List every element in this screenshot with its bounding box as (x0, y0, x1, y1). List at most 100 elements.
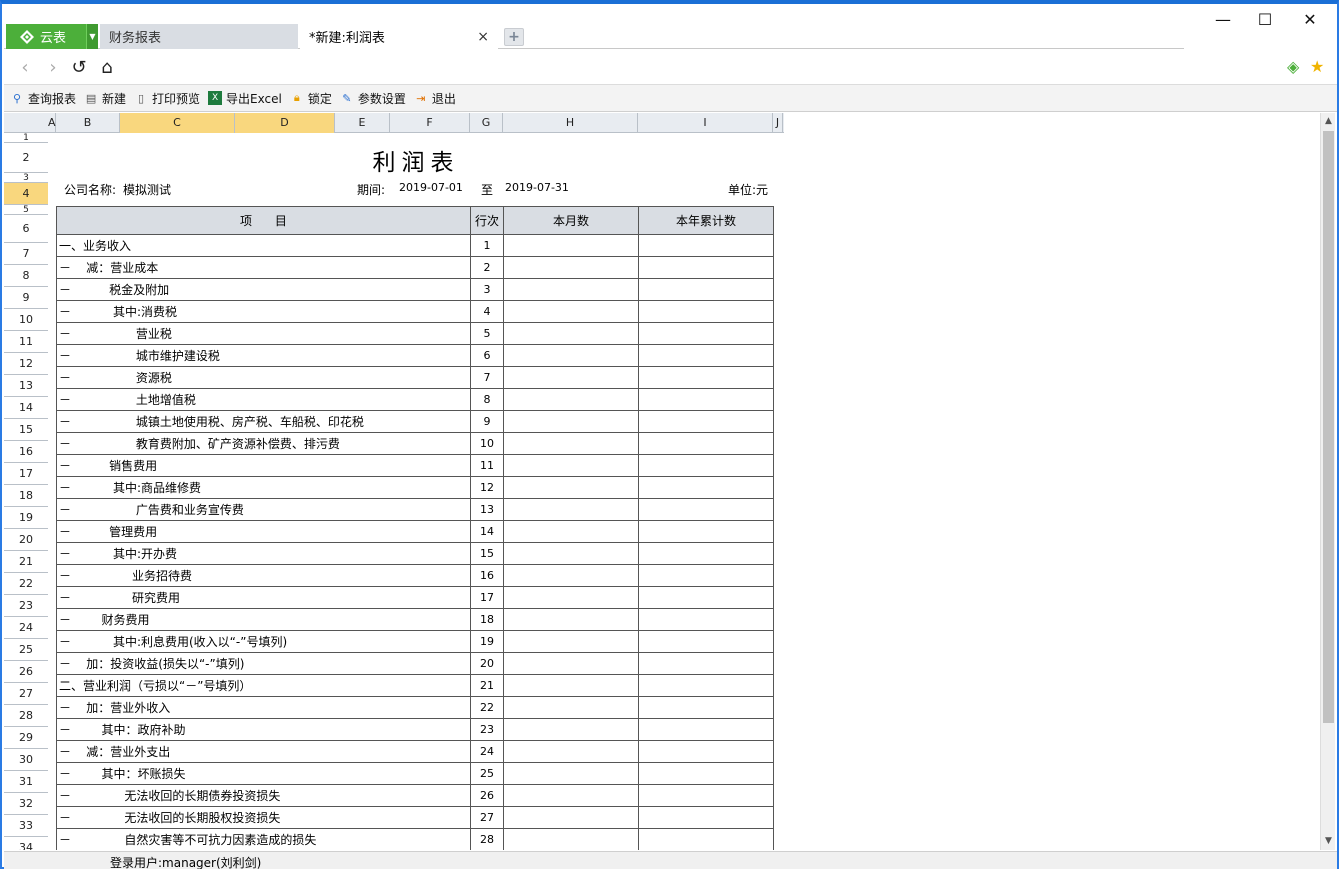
spreadsheet-area[interactable]: ABCDEFGHIJ 1 2 3 4 5 6 7 8 9 10 11 12 13 14 15 16 17 18 19… (4, 113, 1320, 850)
print-preview-button[interactable]: ▯ 打印预览 (134, 90, 200, 107)
exit-button[interactable]: ⇥ 退出 (414, 90, 456, 107)
year-to-date-cell[interactable] (638, 696, 774, 719)
row-header-8[interactable]: 8 (4, 265, 48, 287)
current-month-cell[interactable] (503, 322, 639, 345)
year-to-date-cell[interactable] (638, 740, 774, 763)
vertical-scrollbar[interactable]: ▲ ▼ (1320, 113, 1335, 850)
cloud-table-icon[interactable]: ◈ (1287, 57, 1299, 76)
year-to-date-cell[interactable] (638, 806, 774, 829)
year-to-date-cell[interactable] (638, 520, 774, 543)
column-header-f[interactable]: F (390, 113, 470, 133)
export-excel-button[interactable]: X 导出Excel (208, 90, 282, 107)
row-header-28[interactable]: 28 (4, 705, 48, 727)
close-window-button[interactable]: ✕ (1287, 10, 1333, 29)
row-header-5[interactable]: 5 (4, 205, 48, 215)
row-header-4[interactable]: 4 (4, 183, 48, 205)
minimize-button[interactable]: — (1200, 10, 1246, 29)
current-month-cell[interactable] (503, 806, 639, 829)
year-to-date-cell[interactable] (638, 674, 774, 697)
year-to-date-cell[interactable] (638, 630, 774, 653)
year-to-date-cell[interactable] (638, 564, 774, 587)
app-menu-button[interactable]: 云表 (6, 24, 86, 49)
current-month-cell[interactable] (503, 366, 639, 389)
current-month-cell[interactable] (503, 388, 639, 411)
current-month-cell[interactable] (503, 718, 639, 741)
year-to-date-cell[interactable] (638, 388, 774, 411)
current-month-cell[interactable] (503, 586, 639, 609)
year-to-date-cell[interactable] (638, 586, 774, 609)
row-header-3[interactable]: 3 (4, 173, 48, 183)
row-header-9[interactable]: 9 (4, 287, 48, 309)
year-to-date-cell[interactable] (638, 718, 774, 741)
current-month-cell[interactable] (503, 784, 639, 807)
row-header-23[interactable]: 23 (4, 595, 48, 617)
current-month-cell[interactable] (503, 300, 639, 323)
current-month-cell[interactable] (503, 828, 639, 850)
row-header-30[interactable]: 30 (4, 749, 48, 771)
column-header-g[interactable]: G (470, 113, 503, 133)
row-header-7[interactable]: 7 (4, 243, 48, 265)
scroll-up-icon[interactable]: ▲ (1321, 113, 1336, 129)
row-header-2[interactable]: 2 (4, 143, 48, 173)
column-header-e[interactable]: E (335, 113, 390, 133)
row-header-15[interactable]: 15 (4, 419, 48, 441)
current-month-cell[interactable] (503, 234, 639, 257)
maximize-button[interactable]: ☐ (1242, 10, 1288, 29)
current-month-cell[interactable] (503, 410, 639, 433)
row-header-14[interactable]: 14 (4, 397, 48, 419)
year-to-date-cell[interactable] (638, 498, 774, 521)
current-month-cell[interactable] (503, 630, 639, 653)
year-to-date-cell[interactable] (638, 300, 774, 323)
forward-icon[interactable]: › (42, 56, 64, 78)
row-header-16[interactable]: 16 (4, 441, 48, 463)
current-month-cell[interactable] (503, 278, 639, 301)
parameter-settings-button[interactable]: ✎ 参数设置 (340, 90, 406, 107)
current-month-cell[interactable] (503, 498, 639, 521)
query-report-button[interactable]: ⚲ 查询报表 (10, 90, 76, 107)
close-tab-icon[interactable]: × (477, 29, 489, 45)
current-month-cell[interactable] (503, 564, 639, 587)
row-header-34[interactable]: 34 (4, 837, 48, 850)
current-month-cell[interactable] (503, 432, 639, 455)
app-menu-dropdown-icon[interactable]: ▼ (86, 24, 98, 49)
row-header-31[interactable]: 31 (4, 771, 48, 793)
row-header-19[interactable]: 19 (4, 507, 48, 529)
column-header-j[interactable]: J (773, 113, 783, 133)
current-month-cell[interactable] (503, 542, 639, 565)
scrollbar-thumb[interactable] (1323, 131, 1334, 723)
column-header-d[interactable]: D (235, 113, 335, 133)
row-header-20[interactable]: 20 (4, 529, 48, 551)
new-tab-button[interactable]: + (504, 28, 524, 46)
column-header-i[interactable]: I (638, 113, 773, 133)
year-to-date-cell[interactable] (638, 234, 774, 257)
tab-new-income-statement[interactable]: *新建:利润表 × (300, 24, 498, 49)
lock-button[interactable]: 🔒︎ 锁定 (290, 90, 332, 107)
row-header-18[interactable]: 18 (4, 485, 48, 507)
tab-financial-reports[interactable]: 财务报表 (100, 24, 298, 49)
column-header-h[interactable]: H (503, 113, 638, 133)
refresh-icon[interactable]: ↺ (68, 56, 90, 78)
year-to-date-cell[interactable] (638, 828, 774, 850)
row-header-32[interactable]: 32 (4, 793, 48, 815)
year-to-date-cell[interactable] (638, 410, 774, 433)
column-header-b[interactable]: B (56, 113, 120, 133)
row-header-27[interactable]: 27 (4, 683, 48, 705)
year-to-date-cell[interactable] (638, 322, 774, 345)
current-month-cell[interactable] (503, 256, 639, 279)
year-to-date-cell[interactable] (638, 366, 774, 389)
year-to-date-cell[interactable] (638, 652, 774, 675)
row-header-12[interactable]: 12 (4, 353, 48, 375)
row-header-29[interactable]: 29 (4, 727, 48, 749)
home-icon[interactable]: ⌂ (96, 56, 118, 78)
row-header-1[interactable]: 1 (4, 133, 48, 143)
year-to-date-cell[interactable] (638, 454, 774, 477)
year-to-date-cell[interactable] (638, 608, 774, 631)
row-header-13[interactable]: 13 (4, 375, 48, 397)
row-header-11[interactable]: 11 (4, 331, 48, 353)
column-header-a[interactable]: A (48, 113, 56, 133)
row-header-21[interactable]: 21 (4, 551, 48, 573)
year-to-date-cell[interactable] (638, 762, 774, 785)
row-header-26[interactable]: 26 (4, 661, 48, 683)
year-to-date-cell[interactable] (638, 432, 774, 455)
row-header-17[interactable]: 17 (4, 463, 48, 485)
